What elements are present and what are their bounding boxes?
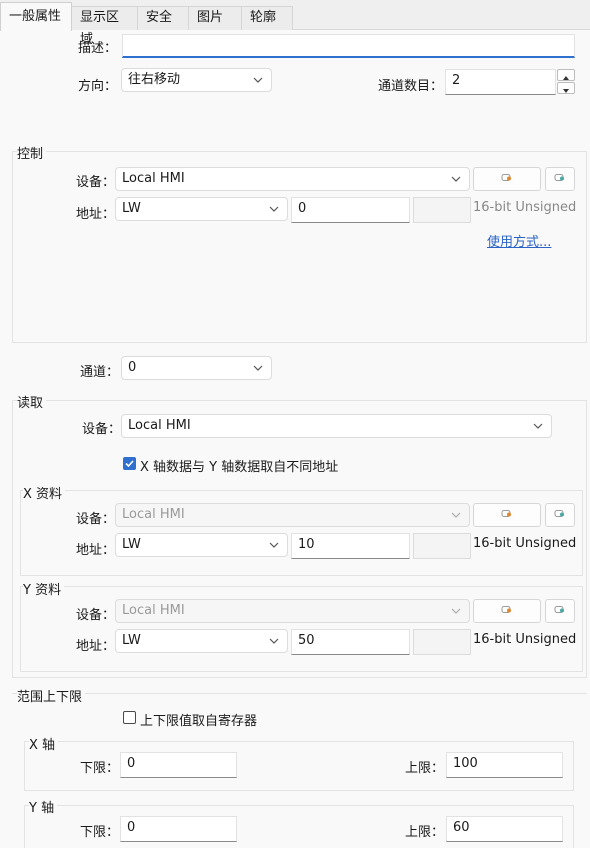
read-device-label: 设备： [82,422,122,437]
read-device-value: Local HMI [128,418,191,433]
control-group-title: 控制 [17,143,47,162]
y-address-type-select[interactable]: LW [115,629,288,653]
limits-separator [12,693,587,694]
chevron-down-icon [251,361,265,375]
device-refresh-icon [554,172,566,187]
x-address-input[interactable]: 10 [291,533,410,559]
chevron-down-icon [449,508,463,522]
tab-picture[interactable]: 图片 [189,6,242,30]
y-address-input[interactable]: 50 [291,629,410,655]
caret-down-icon [562,84,570,99]
x-axis-title: X 轴 [29,734,59,753]
control-data-format: 16-bit Unsigned [473,200,577,215]
device-settings-icon [501,604,513,619]
limits-title: 范围上下限 [17,686,86,705]
y-address-label: 地址： [76,639,116,654]
chevron-down-icon [267,538,281,552]
limits-from-register-label: 上下限值取自寄存器 [140,714,258,729]
x-device-value: Local HMI [122,507,185,522]
channel-select[interactable]: 0 [121,356,272,380]
x-data-title: X 资料 [23,483,66,502]
control-device-settings-button[interactable] [473,167,541,191]
control-address-label: 地址： [76,207,116,222]
device-refresh-icon [554,604,566,619]
y-device-select[interactable]: Local HMI [115,599,470,623]
direction-value: 往右移动 [128,72,181,87]
read-device-select[interactable]: Local HMI [121,414,552,438]
separate-address-label: X 轴数据与 Y 轴数据取自不同地址 [140,460,339,475]
x-upper-input[interactable]: 100 [446,752,563,778]
y-axis-title: Y 轴 [29,797,58,816]
control-address-extra-field [413,197,471,223]
channels-count-input[interactable]: 2 [445,69,556,95]
device-settings-icon [501,508,513,523]
x-address-label: 地址： [76,543,116,558]
x-lower-input[interactable]: 0 [120,752,237,778]
y-device-settings-button[interactable] [473,599,541,623]
tab-general[interactable]: 一般属性 [0,2,72,31]
limits-from-register-checkbox[interactable] [123,711,136,724]
y-device-label: 设备： [76,608,116,623]
separate-address-checkbox[interactable] [123,457,136,470]
tab-security[interactable]: 安全 [138,6,189,30]
direction-label: 方向： [78,79,118,94]
channel-value: 0 [128,360,137,375]
spin-up-button[interactable] [557,69,575,81]
x-device-select[interactable]: Local HMI [115,503,470,527]
tab-label: 图片 [197,10,224,25]
control-address-input[interactable]: 0 [291,197,410,223]
x-device-settings-button[interactable] [473,503,541,527]
y-lower-input[interactable]: 0 [120,816,237,842]
x-address-extra-field [413,533,471,559]
channels-count-label: 通道数目： [378,79,444,94]
control-address-type-value: LW [122,201,141,216]
direction-select[interactable]: 往右移动 [121,68,272,92]
x-device-label: 设备： [76,512,116,527]
x-device-refresh-button[interactable] [545,503,575,527]
y-upper-label: 上限： [405,825,445,840]
y-data-format: 16-bit Unsigned [473,632,577,647]
chevron-down-icon [449,604,463,618]
y-device-refresh-button[interactable] [545,599,575,623]
description-label: 描述： [78,41,118,56]
chevron-down-icon [251,73,265,87]
chevron-down-icon [267,202,281,216]
chevron-down-icon [449,172,463,186]
tab-outline[interactable]: 轮廓 [242,6,293,30]
y-device-value: Local HMI [122,603,185,618]
control-device-label: 设备： [76,175,116,190]
y-address-type-value: LW [122,633,141,648]
tab-display-area[interactable]: 显示区域 [72,6,138,47]
read-group-title: 读取 [17,392,47,411]
check-icon [125,460,134,468]
tab-label: 轮廓 [250,10,277,25]
channel-label: 通道： [80,365,120,380]
device-refresh-icon [554,508,566,523]
x-lower-label: 下限： [80,761,120,776]
chevron-down-icon [267,634,281,648]
control-address-type-select[interactable]: LW [115,197,288,221]
y-upper-input[interactable]: 60 [446,816,563,842]
x-upper-label: 上限： [405,761,445,776]
tab-label: 一般属性 [9,9,62,24]
channels-count-spinner[interactable] [557,69,575,95]
control-device-select[interactable]: Local HMI [115,167,470,191]
control-device-refresh-button[interactable] [545,167,575,191]
y-address-extra-field [413,629,471,655]
device-settings-icon [501,172,513,187]
x-address-type-value: LW [122,537,141,552]
x-address-type-select[interactable]: LW [115,533,288,557]
control-device-value: Local HMI [122,171,185,186]
chevron-down-icon [531,419,545,433]
spin-down-button[interactable] [557,82,575,94]
y-lower-label: 下限： [80,825,120,840]
tab-label: 安全 [146,10,173,25]
usage-link[interactable]: 使用方式... [487,231,551,250]
tab-bar: 一般属性 显示区域 安全 图片 轮廓 [0,0,590,47]
x-data-format: 16-bit Unsigned [473,536,577,551]
description-input[interactable] [122,34,575,58]
y-data-title: Y 资料 [23,579,65,598]
